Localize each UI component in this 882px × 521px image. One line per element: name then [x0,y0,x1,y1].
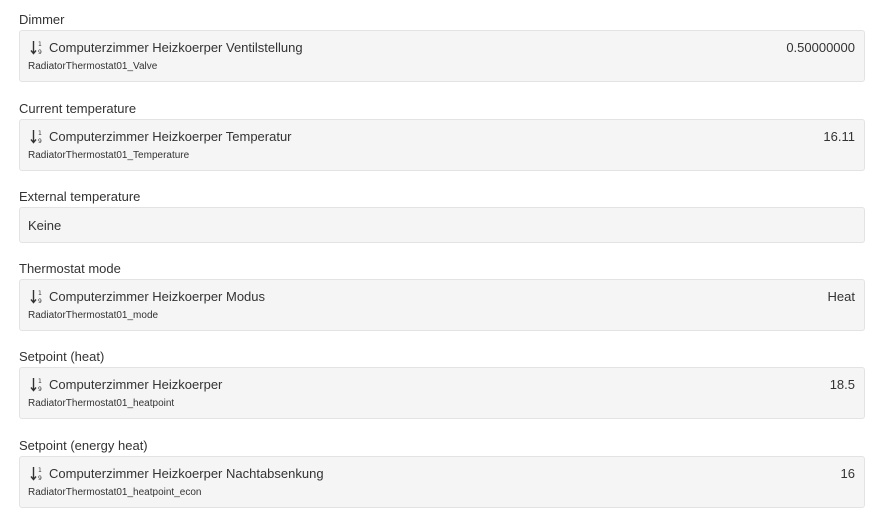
external-temperature-label: External temperature [19,189,141,204]
setpoint-heat-group: Setpoint (heat) 1 9 Computerzimmer Heizk… [19,349,867,419]
svg-text:1: 1 [38,467,42,474]
sort-numeric-icon: 1 9 [30,41,42,55]
item-row: 1 9 Computerzimmer Heizkoerper Temperatu… [30,128,855,145]
item-state-value: 0.50000000 [786,40,855,55]
sort-numeric-icon: 1 9 [30,378,42,392]
svg-text:9: 9 [38,298,42,304]
sort-numeric-icon: 1 9 [30,467,42,481]
thermostat-mode-label: Thermostat mode [19,261,121,276]
item-row: 1 9 Computerzimmer Heizkoerper 18.5 [30,376,855,393]
svg-text:9: 9 [38,138,42,144]
no-item-text: Keine [28,218,62,233]
svg-text:1: 1 [38,41,42,48]
item-name: RadiatorThermostat01_mode [28,310,159,321]
dimmer-item-selector[interactable]: 1 9 Computerzimmer Heizkoerper Ventilste… [19,30,865,82]
external-temperature-item-selector[interactable]: Keine [19,207,865,243]
item-state-value: 16 [840,466,855,481]
current-temperature-group: Current temperature 1 9 Computerzimmer H… [19,101,867,171]
item-row: 1 9 Computerzimmer Heizkoerper Modus Hea… [30,288,855,305]
item-title: Computerzimmer Heizkoerper Ventilstellun… [49,40,303,55]
sort-numeric-icon: 1 9 [30,130,42,144]
current-temperature-label: Current temperature [19,101,137,116]
svg-text:9: 9 [38,475,42,481]
item-row: 1 9 Computerzimmer Heizkoerper Ventilste… [30,39,855,56]
setpoint-energy-heat-item-selector[interactable]: 1 9 Computerzimmer Heizkoerper Nachtabse… [19,456,865,508]
svg-text:1: 1 [38,130,42,137]
item-state-value: Heat [827,289,855,304]
external-temperature-group: External temperature Keine [19,189,867,243]
dimmer-label: Dimmer [19,12,65,27]
item-state-value: 16.11 [823,129,855,144]
item-name: RadiatorThermostat01_heatpoint [28,398,175,409]
setpoint-energy-heat-label: Setpoint (energy heat) [19,438,148,453]
item-state-value: 18.5 [829,377,855,392]
item-title: Computerzimmer Heizkoerper Modus [49,289,266,304]
setpoint-energy-heat-group: Setpoint (energy heat) 1 9 Computerzimme… [19,438,867,508]
item-name: RadiatorThermostat01_Valve [28,61,158,72]
svg-text:1: 1 [38,290,42,297]
sort-numeric-icon: 1 9 [30,290,42,304]
item-row: 1 9 Computerzimmer Heizkoerper Nachtabse… [30,465,855,482]
current-temperature-item-selector[interactable]: 1 9 Computerzimmer Heizkoerper Temperatu… [19,119,865,171]
item-settings-panel: Dimmer 1 9 Computerzimmer Heizkoerper Ve… [0,0,882,521]
item-name: RadiatorThermostat01_heatpoint_econ [28,487,202,498]
setpoint-heat-item-selector[interactable]: 1 9 Computerzimmer Heizkoerper 18.5 Radi… [19,367,865,419]
item-title: Computerzimmer Heizkoerper [49,377,223,392]
thermostat-mode-item-selector[interactable]: 1 9 Computerzimmer Heizkoerper Modus Hea… [19,279,865,331]
setpoint-heat-label: Setpoint (heat) [19,349,105,364]
item-title: Computerzimmer Heizkoerper Nachtabsenkun… [49,466,324,481]
item-name: RadiatorThermostat01_Temperature [28,150,190,161]
item-title: Computerzimmer Heizkoerper Temperatur [49,129,292,144]
svg-text:9: 9 [38,386,42,392]
thermostat-mode-group: Thermostat mode 1 9 Computerzimmer Heizk… [19,261,867,331]
svg-text:1: 1 [38,378,42,385]
dimmer-group: Dimmer 1 9 Computerzimmer Heizkoerper Ve… [19,12,867,82]
svg-text:9: 9 [38,49,42,55]
